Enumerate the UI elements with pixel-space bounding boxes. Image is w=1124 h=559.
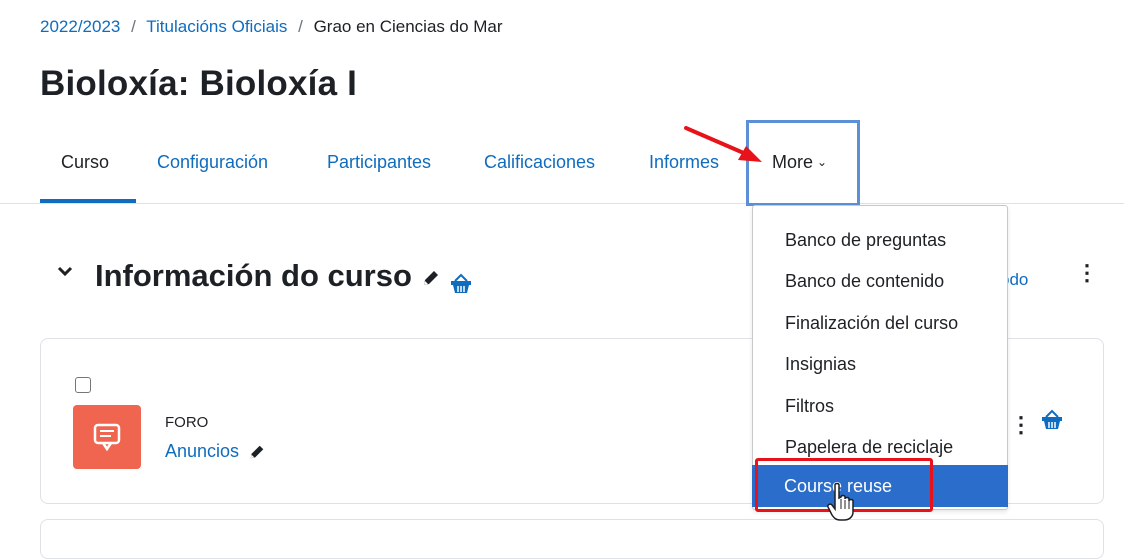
menu-item-banco-preguntas[interactable]: Banco de preguntas [785,230,946,251]
activity-kebab-icon[interactable]: ⋮ [1010,412,1032,438]
activity-type-label: FORO [165,414,209,431]
activity-link[interactable]: Anuncios [165,441,266,462]
breadcrumb-separator: / [298,17,303,36]
chat-bubble-icon [93,423,121,452]
chevron-down-icon[interactable] [55,262,75,282]
tabs-divider [0,203,1124,204]
tab-curso[interactable]: Curso [61,152,109,173]
breadcrumb: 2022/2023 / Titulacións Oficiais / Grao … [40,17,509,37]
breadcrumb-link-titulacions[interactable]: Titulacións Oficiais [146,17,287,36]
basket-icon[interactable] [449,272,473,294]
forum-icon [73,405,141,469]
breadcrumb-separator: / [131,17,136,36]
kebab-menu-icon[interactable]: ⋮ [1076,260,1098,286]
hand-cursor-icon [827,482,854,521]
menu-item-insignias[interactable]: Insignias [785,354,856,375]
activity-card-next [40,519,1104,559]
activity-checkbox[interactable] [75,377,91,393]
basket-icon[interactable] [1040,408,1064,430]
tab-more-label: More [772,152,814,172]
breadcrumb-link-year[interactable]: 2022/2023 [40,17,120,36]
red-arrow-annotation [684,126,762,162]
pencil-icon[interactable] [421,268,441,288]
tab-configuracion[interactable]: Configuración [157,152,268,173]
menu-item-finalizacion[interactable]: Finalización del curso [785,313,958,334]
tab-calificaciones[interactable]: Calificaciones [484,152,595,173]
chevron-down-icon: ⌄ [817,155,828,169]
page-title: Bioloxía: Bioloxía I [40,64,358,103]
tab-participantes[interactable]: Participantes [327,152,431,173]
section-title-text: Información do curso [95,258,412,293]
activity-name: Anuncios [165,441,240,461]
menu-item-papelera[interactable]: Papelera de reciclaje [785,437,953,458]
menu-item-filtros[interactable]: Filtros [785,396,834,417]
pencil-icon[interactable] [248,443,266,461]
tab-more[interactable]: More ⌄ [772,152,827,173]
menu-item-banco-contenido[interactable]: Banco de contenido [785,271,944,292]
breadcrumb-current: Grao en Ciencias do Mar [313,17,503,36]
section-title: Información do curso [95,258,473,294]
